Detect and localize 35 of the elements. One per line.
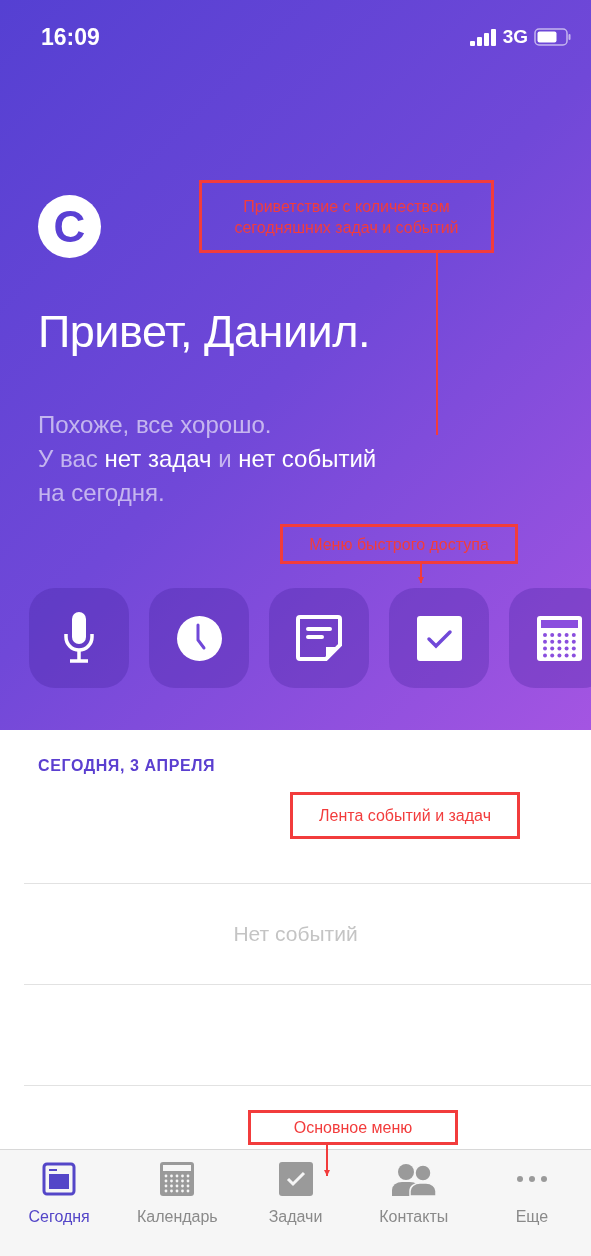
annotation-label: Лента событий и задач (290, 792, 520, 839)
status-time: 16:09 (41, 23, 100, 51)
annotation-label: Основное меню (248, 1110, 458, 1145)
leader-line (323, 1145, 331, 1176)
quick-action-button[interactable] (509, 588, 591, 688)
app-logo: C (38, 195, 101, 258)
annotation-label: Меню быстрого доступа (280, 524, 518, 564)
checkbox-icon (416, 615, 462, 661)
microphone-icon (64, 612, 94, 664)
calendar-icon (536, 615, 582, 661)
greeting-summary: Похоже, все хорошо. У вас нет задач и нет событий на сегодня. (38, 410, 378, 508)
people-icon (391, 1162, 436, 1196)
annotation-label: Приветствие с количеством сегодняшних задач и событий (199, 180, 494, 253)
tab-bar-item[interactable]: Задачи (236, 1158, 355, 1256)
network-type: 3G (502, 26, 528, 48)
more-icon (516, 1176, 547, 1182)
clock-icon (176, 615, 222, 661)
calendar-icon (160, 1162, 195, 1196)
today-icon (42, 1162, 77, 1196)
tab-bar-item[interactable]: Календарь (118, 1158, 237, 1256)
quick-action-button[interactable] (29, 588, 129, 688)
empty-message: Нет событий (233, 922, 358, 946)
note-icon (296, 615, 342, 661)
quick-action-button[interactable] (269, 588, 369, 688)
date-heading: СЕГОДНЯ, 3 АПРЕЛЯ (38, 757, 217, 775)
signal-icon (469, 28, 497, 46)
greeting-title: Привет, Даниил. (38, 306, 371, 358)
quick-action-button[interactable] (149, 588, 249, 688)
leader-line (417, 564, 425, 583)
tab-bar-item[interactable]: Контакты (354, 1158, 473, 1256)
battery-icon (534, 28, 571, 46)
quick-action-button[interactable] (389, 588, 489, 688)
checkbox-icon (278, 1162, 313, 1196)
tab-bar-item[interactable]: Сегодня (0, 1158, 119, 1256)
tab-bar-item[interactable]: Еще (472, 1158, 591, 1256)
